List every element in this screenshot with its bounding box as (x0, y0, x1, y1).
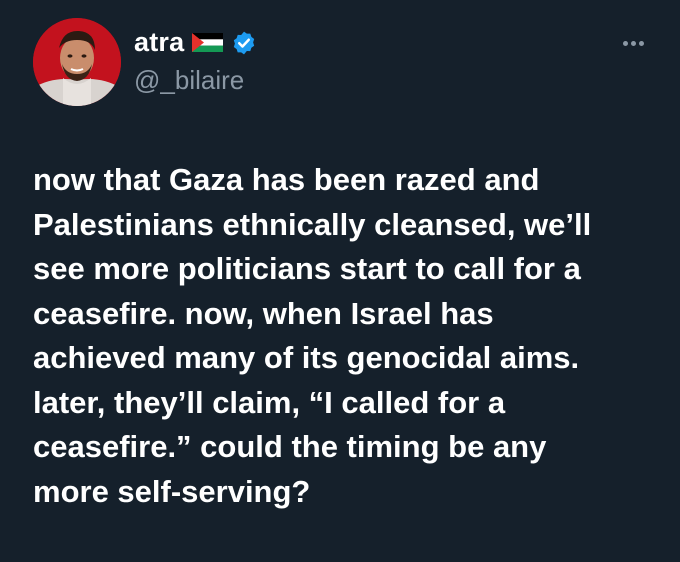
tweet-text-line: see more politicians start to call for a (33, 251, 581, 286)
dot (639, 41, 644, 46)
tweet-text-line: more self-serving? (33, 473, 311, 509)
avatar[interactable] (33, 18, 121, 106)
author-name-row[interactable]: atra (134, 27, 257, 58)
tweet-text-line: Palestinians ethnically cleansed, we’ll (33, 206, 592, 242)
tweet-header: atra @_bilaire (33, 18, 653, 108)
tweet-text-line: now that Gaza has been razed and (33, 162, 540, 197)
author-display-name[interactable]: atra (134, 27, 184, 58)
tweet-text: now that Gaza has been razed and Palesti… (33, 158, 653, 514)
author-handle[interactable]: @_bilaire (134, 65, 244, 96)
palestine-flag-icon (192, 33, 224, 52)
dot (623, 41, 628, 46)
tweet-text-line: achieved many of its genocidal aims. (33, 340, 580, 375)
tweet-text-line: later, they’ll claim, “I called for a (33, 384, 506, 420)
verified-badge-icon (234, 31, 255, 54)
dot (631, 41, 636, 46)
more-options-icon[interactable] (623, 33, 649, 46)
tweet-text-line: ceasefire. now, when Israel has (33, 295, 494, 331)
tweet-text-line: ceasefire.” could the timing be any (33, 429, 547, 464)
